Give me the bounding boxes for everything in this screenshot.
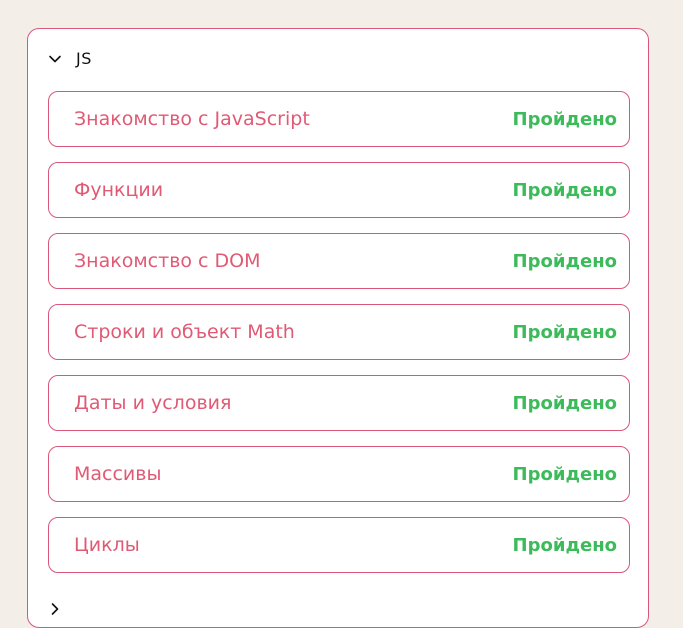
lesson-item[interactable]: Знакомство с DOM Пройдено — [48, 233, 630, 289]
lesson-title: Функции — [74, 179, 164, 201]
lesson-title: Знакомство с DOM — [74, 250, 261, 272]
lesson-list: Знакомство с JavaScript Пройдено Функции… — [48, 91, 630, 588]
lesson-title: Строки и объект Math — [74, 321, 295, 343]
lesson-title: Массивы — [74, 463, 162, 485]
section-header-js[interactable]: JS — [48, 44, 92, 72]
lesson-status: Пройдено — [512, 321, 617, 343]
lesson-title: Знакомство с JavaScript — [74, 108, 310, 130]
next-section-header[interactable] — [48, 601, 62, 615]
lesson-status: Пройдено — [512, 179, 617, 201]
lesson-status: Пройдено — [512, 108, 617, 130]
lesson-item[interactable]: Массивы Пройдено — [48, 446, 630, 502]
lesson-status: Пройдено — [512, 250, 617, 272]
lesson-title: Циклы — [74, 534, 140, 556]
lesson-item[interactable]: Строки и объект Math Пройдено — [48, 304, 630, 360]
lesson-item[interactable]: Даты и условия Пройдено — [48, 375, 630, 431]
course-section-panel: JS Знакомство с JavaScript Пройдено Функ… — [27, 28, 649, 628]
section-title: JS — [76, 48, 92, 68]
chevron-down-icon[interactable] — [48, 51, 62, 65]
lesson-status: Пройдено — [512, 463, 617, 485]
chevron-icon[interactable] — [48, 601, 62, 615]
lesson-item[interactable]: Знакомство с JavaScript Пройдено — [48, 91, 630, 147]
lesson-item[interactable]: Циклы Пройдено — [48, 517, 630, 573]
lesson-item[interactable]: Функции Пройдено — [48, 162, 630, 218]
lesson-title: Даты и условия — [74, 392, 232, 414]
lesson-status: Пройдено — [512, 392, 617, 414]
lesson-status: Пройдено — [512, 534, 617, 556]
